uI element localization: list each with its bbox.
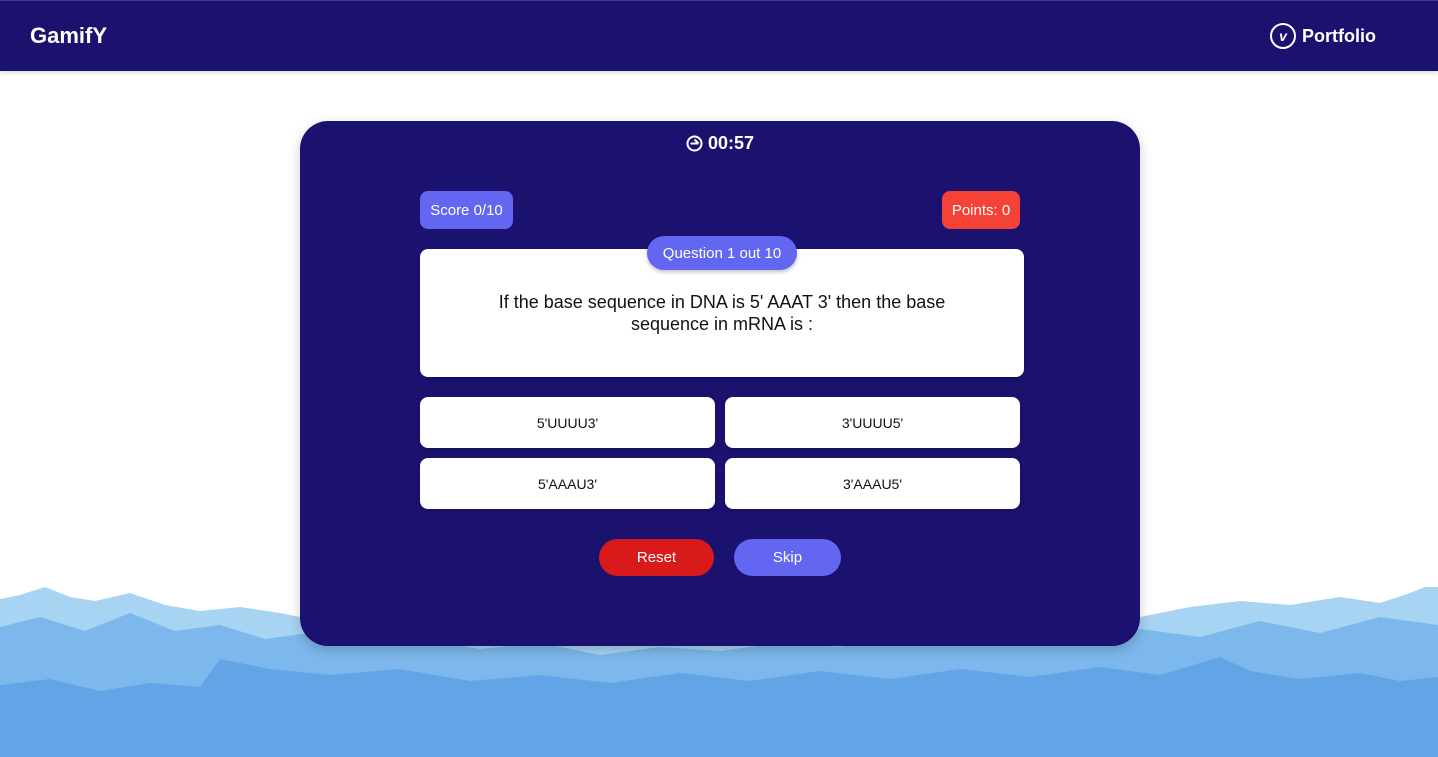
timer: 00:57 bbox=[300, 133, 1140, 154]
portfolio-label: Portfolio bbox=[1302, 25, 1376, 46]
skip-button[interactable]: Skip bbox=[734, 539, 841, 576]
option-4-button[interactable]: 3'AAAU5' bbox=[725, 458, 1020, 509]
score-badge: Score 0/10 bbox=[420, 191, 513, 229]
points-badge: Points: 0 bbox=[942, 191, 1020, 229]
timer-value: 00:57 bbox=[707, 133, 755, 153]
question-text: If the base sequence in DNA is 5' AAAT 3… bbox=[498, 292, 946, 334]
portfolio-link[interactable]: v Portfolio bbox=[1270, 21, 1376, 51]
option-1-button[interactable]: 5'UUUU3' bbox=[420, 397, 715, 448]
quiz-card: 00:57 Score 0/10 Points: 0 If the base s… bbox=[300, 121, 1140, 646]
question-number-badge: Question 1 out 10 bbox=[647, 236, 797, 270]
clock-icon bbox=[686, 135, 703, 152]
v-circle-icon: v bbox=[1270, 23, 1296, 49]
brand-logo[interactable]: GamifY bbox=[30, 23, 107, 49]
reset-button[interactable]: Reset bbox=[599, 539, 714, 576]
navbar: GamifY v Portfolio bbox=[0, 0, 1438, 71]
option-3-button[interactable]: 5'AAAU3' bbox=[420, 458, 715, 509]
option-2-button[interactable]: 3'UUUU5' bbox=[725, 397, 1020, 448]
